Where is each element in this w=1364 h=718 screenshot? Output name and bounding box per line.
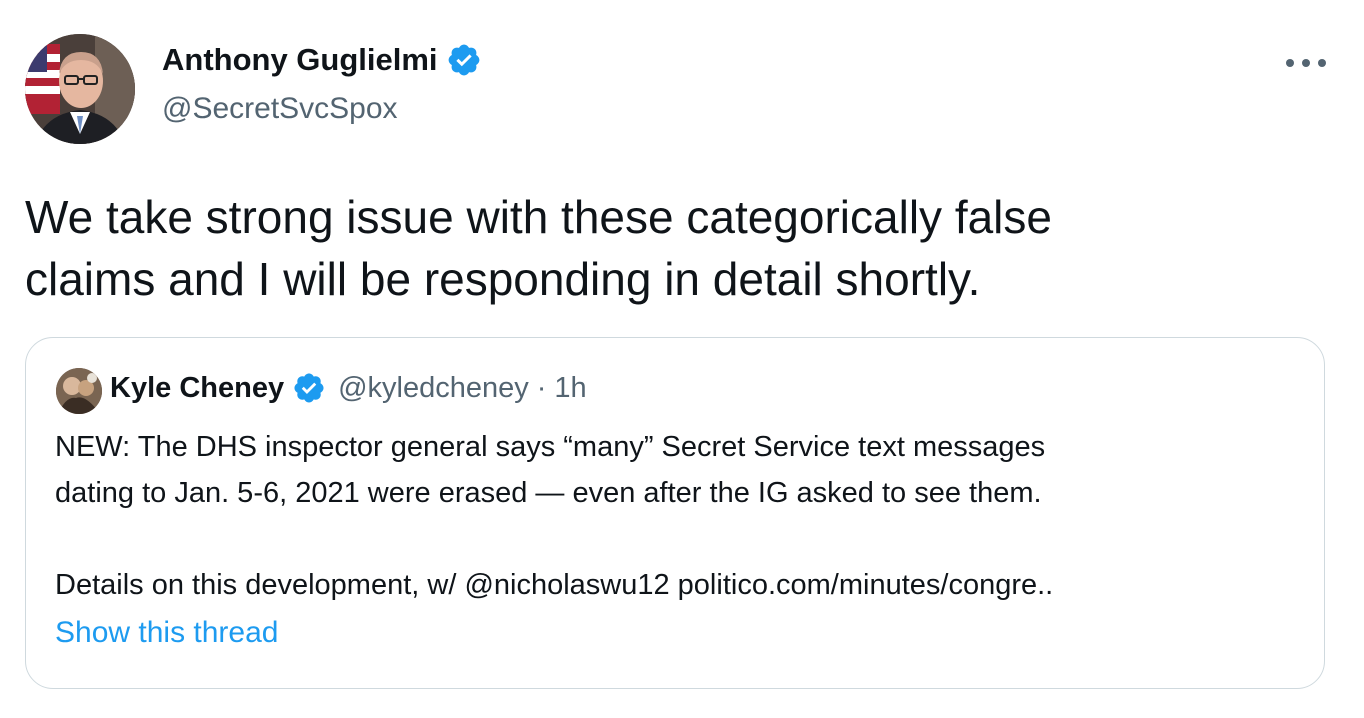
quote-text-line: dating to Jan. 5-6, 2021 were erased — e… (55, 477, 1042, 509)
tweet: Anthony Guglielmi @SecretSvcSpox We take… (0, 0, 1364, 718)
author-name-row[interactable]: Anthony Guglielmi (162, 42, 482, 78)
quote-header: Kyle Cheney @kyledcheney · 1h (110, 371, 587, 405)
quote-text-prefix: Details on this development, w/ (55, 569, 465, 601)
quote-author-avatar[interactable] (56, 368, 102, 414)
verified-badge-icon (292, 371, 326, 405)
quote-text-line: Details on this development, w/ @nichola… (55, 562, 1295, 608)
more-options-icon[interactable] (1286, 56, 1326, 70)
quoted-tweet-card[interactable]: Kyle Cheney @kyledcheney · 1h NEW: The D… (25, 337, 1325, 689)
quote-text: NEW: The DHS inspector general says “man… (55, 424, 1295, 608)
show-thread-link[interactable]: Show this thread (55, 616, 278, 650)
quote-author-handle[interactable]: @kyledcheney (338, 372, 529, 405)
tweet-text: We take strong issue with these categori… (25, 186, 1325, 310)
author-handle[interactable]: @SecretSvcSpox (162, 92, 398, 126)
author-avatar[interactable] (25, 34, 135, 144)
tweet-text-line: We take strong issue with these categori… (25, 191, 1052, 243)
url-link[interactable]: politico.com/minutes/congre.. (678, 569, 1054, 601)
mention-link[interactable]: @nicholaswu12 (464, 569, 669, 601)
quote-author-name[interactable]: Kyle Cheney (110, 372, 284, 405)
separator-dot: · (536, 371, 547, 404)
quote-timestamp[interactable]: 1h (554, 372, 586, 405)
quote-text-line: NEW: The DHS inspector general says “man… (55, 431, 1046, 463)
verified-badge-icon (446, 42, 482, 78)
tweet-text-line: claims and I will be responding in detai… (25, 253, 981, 305)
author-name[interactable]: Anthony Guglielmi (162, 42, 438, 78)
